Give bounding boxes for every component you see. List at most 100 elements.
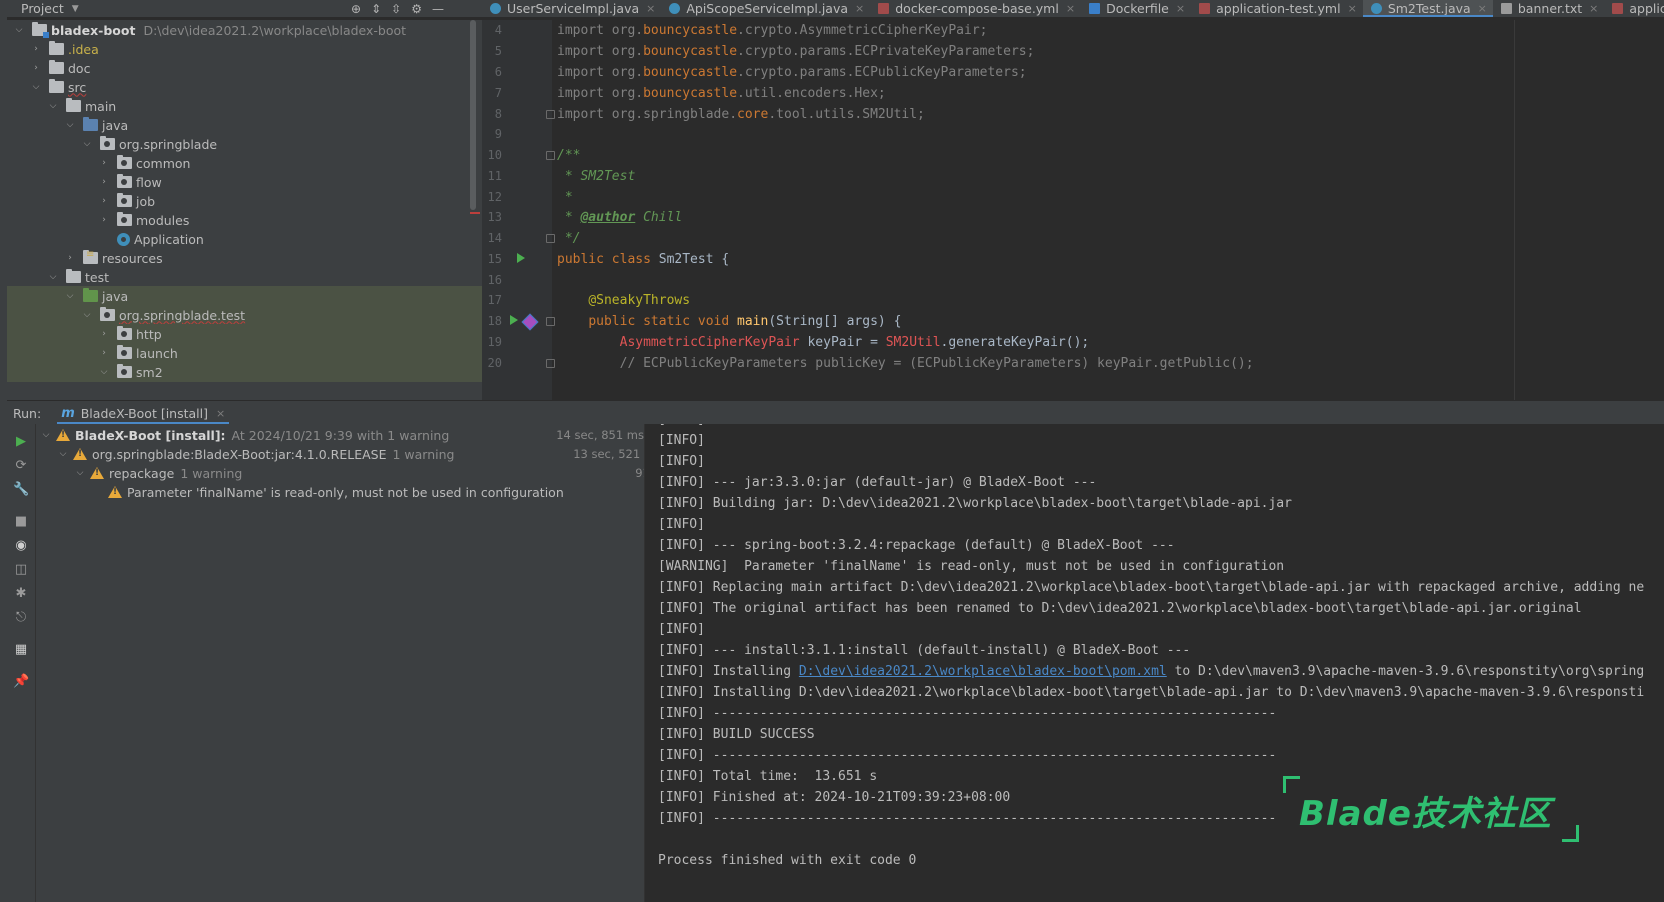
editor-tabs: UserServiceImpl.java × ApiScopeServiceIm… [482,0,1664,17]
console-line: [INFO] BUILD SUCCESS [658,727,815,742]
run-gutter-icon[interactable] [517,253,525,263]
camera-icon[interactable]: ◫ [13,562,29,578]
tree-item-root[interactable]: ⌵ bladex-boot D:\dev\idea2021.2\workplac… [7,20,482,40]
collapse-all-icon[interactable]: ⇳ [391,2,401,16]
gear-icon[interactable]: ⚙ [411,2,422,16]
tree-item-src[interactable]: ⌵ src [7,77,482,97]
stop-icon[interactable]: ■ [13,514,29,530]
tab-userserviceimpl[interactable]: UserServiceImpl.java × [482,0,661,17]
tab-label: UserServiceImpl.java [507,1,640,16]
chevron-right-icon[interactable]: › [98,348,110,358]
tree-label: java [102,288,129,304]
tree-item-test[interactable]: ⌵ test [7,267,482,287]
source-folder-icon [83,117,98,131]
code-editor[interactable]: 4 5 6 7 8 9 10 11 12 13 14 15 16 17 18 1… [482,20,1664,400]
chevron-down-icon[interactable]: ⌵ [13,25,25,35]
tree-item-job[interactable]: › job [7,191,482,211]
run-gutter-icon[interactable] [510,315,518,325]
tree-item-main[interactable]: ⌵ main [7,96,482,116]
chevron-right-icon[interactable]: › [98,196,110,206]
tree-item-java-main[interactable]: ⌵ java [7,115,482,135]
close-icon[interactable]: × [1066,2,1075,15]
chevron-down-icon[interactable]: ⌵ [40,430,52,440]
build-tree-module[interactable]: ⌵ org.springblade:BladeX-Boot:jar:4.1.0.… [36,444,644,464]
chevron-right-icon[interactable]: › [98,329,110,339]
chevron-down-icon[interactable]: ⌵ [64,291,76,301]
chevron-down-icon[interactable]: ⌵ [64,120,76,130]
fold-icon[interactable] [546,359,555,368]
close-icon[interactable]: × [1589,2,1598,15]
eye-icon[interactable]: ◉ [13,538,29,554]
chevron-down-icon[interactable]: ⌵ [30,82,42,92]
chevron-down-icon[interactable]: ⌵ [81,139,93,149]
close-icon[interactable]: × [1478,2,1487,15]
tree-item-http[interactable]: › http [7,324,482,344]
tab-apiscopeserviceimpl[interactable]: ApiScopeServiceImpl.java × [661,0,870,17]
tree-item-flow[interactable]: › flow [7,172,482,192]
tab-docker-compose-base[interactable]: docker-compose-base.yml × [870,0,1081,17]
wrench-icon[interactable]: 🔧 [13,482,29,498]
tree-item-idea[interactable]: › .idea [7,39,482,59]
code-line: AsymmetricCipherKeyPair keyPair = SM2Uti… [619,335,1090,350]
tree-item-doc[interactable]: › doc [7,58,482,78]
rerun-failed-icon[interactable]: ⟳ [13,458,29,474]
project-scrollbar[interactable] [470,20,476,210]
chevron-right-icon[interactable]: › [30,44,42,54]
chevron-right-icon[interactable]: › [30,63,42,73]
fold-icon[interactable] [546,317,555,326]
chevron-down-icon[interactable]: ⌵ [98,367,110,377]
tab-application-test[interactable]: application-test.yml × [1191,0,1363,17]
build-tree-warning[interactable]: Parameter 'finalName' is read-only, must… [36,482,644,502]
build-tree-repackage[interactable]: ⌵ repackage 1 warning 910 ms [36,463,644,483]
chevron-down-icon[interactable]: ⌵ [57,449,69,459]
chevron-down-icon[interactable]: ⌵ [81,310,93,320]
tab-banner[interactable]: banner.txt × [1493,0,1605,17]
tree-item-modules[interactable]: › modules [7,210,482,230]
expand-all-icon[interactable]: ⇕ [371,2,381,16]
close-icon[interactable]: × [646,2,655,15]
tab-dockerfile[interactable]: Dockerfile × [1081,0,1191,17]
pom-link[interactable]: D:\dev\idea2021.2\workplace\bladex-boot\… [799,664,1167,679]
chevron-right-icon[interactable]: › [64,253,76,263]
fold-icon[interactable] [546,234,555,243]
tab-application-yml[interactable]: application.yml [1604,0,1664,17]
fold-icon[interactable] [546,151,555,160]
project-title[interactable]: Project [21,1,64,16]
rerun-icon[interactable]: ▶ [13,434,29,450]
chevron-right-icon[interactable]: › [98,215,110,225]
watermark-text: Blade技术社区 [1299,794,1552,834]
chevron-down-icon[interactable]: ⌵ [47,272,59,282]
tree-item-resources[interactable]: › resources [7,248,482,268]
close-icon[interactable]: × [855,2,864,15]
debug-marker-icon[interactable] [521,313,539,331]
pin-icon[interactable]: 📌 [13,674,29,690]
chevron-down-icon[interactable]: ⌵ [74,468,86,478]
tree-item-sm2[interactable]: ⌵ sm2 [7,362,482,382]
chevron-down-icon[interactable]: ▼ [72,4,79,14]
yml-file-icon [1199,3,1211,14]
tree-item-application[interactable]: Application [7,229,482,249]
chevron-down-icon[interactable]: ⌵ [47,101,59,111]
chevron-right-icon[interactable]: › [98,158,110,168]
run-tab-bladex-install[interactable]: m BladeX-Boot [install] × [57,401,230,425]
tree-item-common[interactable]: › common [7,153,482,173]
locate-icon[interactable]: ⊕ [351,2,361,16]
hide-icon[interactable]: — [432,2,444,16]
exit-icon[interactable]: ⎋ [13,610,29,626]
tree-item-java-test[interactable]: ⌵ java [7,286,482,306]
tree-item-launch[interactable]: › launch [7,343,482,363]
close-icon[interactable]: × [216,407,225,420]
bug-icon[interactable]: ✱ [13,586,29,602]
build-tree-root[interactable]: ⌵ BladeX-Boot [install]: At 2024/10/21 9… [36,425,644,445]
java-file-icon [669,3,681,14]
close-icon[interactable]: × [1176,2,1185,15]
error-stripe-marker [470,212,480,214]
close-icon[interactable]: × [1348,2,1357,15]
layout-icon[interactable]: ▦ [13,642,29,658]
package-icon [117,345,132,359]
tab-sm2test[interactable]: Sm2Test.java × [1362,0,1493,17]
chevron-right-icon[interactable]: › [98,177,110,187]
fold-icon[interactable] [546,110,555,119]
tree-item-org-springblade[interactable]: ⌵ org.springblade [7,134,482,154]
tree-item-org-springblade-test[interactable]: ⌵ org.springblade.test [7,305,482,325]
